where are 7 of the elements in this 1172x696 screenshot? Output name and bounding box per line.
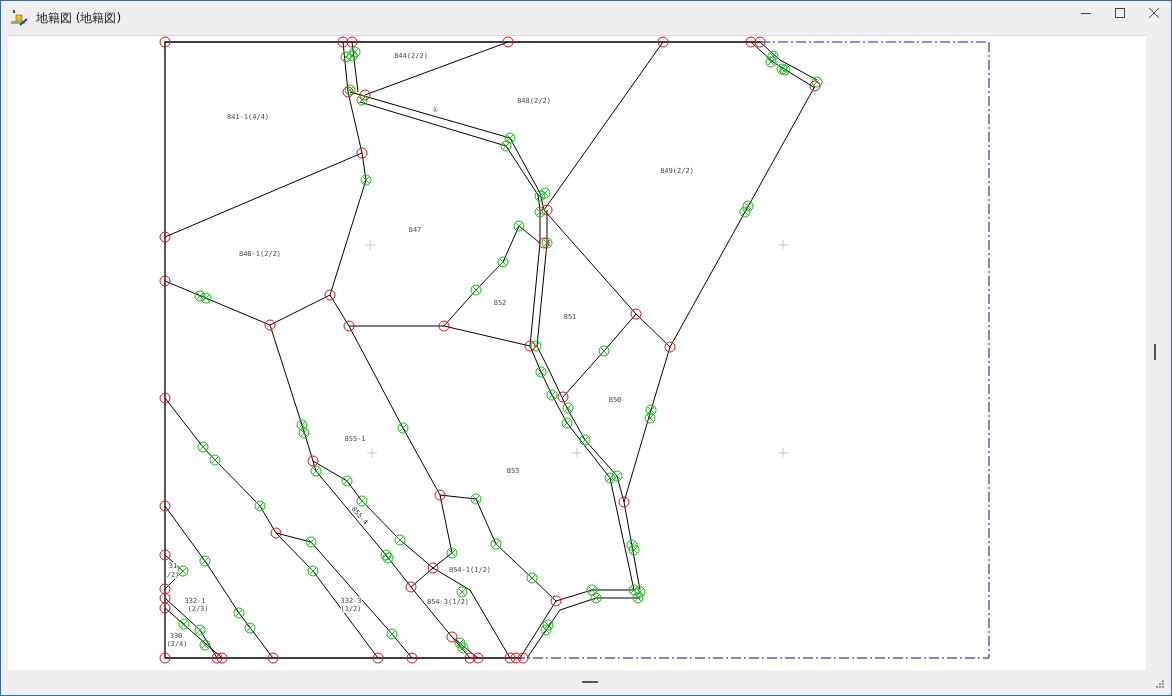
splitter-handle[interactable] <box>1154 344 1156 360</box>
close-icon <box>1148 7 1160 19</box>
resize-grip-icon[interactable] <box>1155 679 1165 689</box>
window-title: 地籍図 (地籍図) <box>36 9 122 27</box>
splitter-handle[interactable] <box>581 681 598 683</box>
maximize-icon <box>1114 7 1126 19</box>
app-icon <box>10 9 28 27</box>
